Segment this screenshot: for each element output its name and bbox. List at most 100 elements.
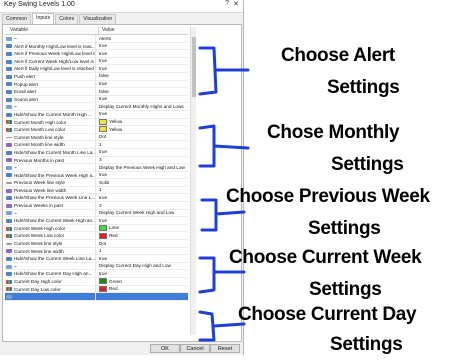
value-text: Dot — [99, 134, 107, 140]
table-row[interactable]: ~ Alerts — [5, 35, 188, 43]
table-row[interactable]: Alert if Previous Week High/Low level is… — [5, 50, 188, 58]
table-row[interactable] — [5, 293, 188, 301]
table-row[interactable]: Current Month line style Dot — [5, 133, 188, 142]
variable-value[interactable]: Dot — [96, 240, 106, 247]
variable-value[interactable]: Green — [96, 278, 122, 285]
table-row[interactable]: Popup alert true — [5, 80, 188, 89]
color-icon — [6, 127, 12, 132]
variable-value[interactable]: false — [96, 73, 109, 80]
variable-value[interactable]: 1 — [96, 187, 102, 194]
value-column-header[interactable]: Value — [99, 27, 114, 34]
variable-value[interactable]: true — [96, 172, 107, 179]
variable-value[interactable]: true — [96, 149, 107, 156]
variable-value[interactable]: Dot — [96, 134, 106, 141]
variable-name: Email alert — [14, 88, 96, 95]
table-row[interactable]: Email alert false — [5, 88, 188, 96]
table-row[interactable]: Previous Week line width 1 — [5, 186, 188, 195]
bool-icon — [6, 82, 12, 87]
variable-value[interactable]: Display the Previous Week High and Low — [96, 164, 185, 171]
table-row[interactable]: Current Week Low color Red — [5, 232, 188, 241]
table-row[interactable]: ~ Display Current Week High and Low — [5, 209, 188, 218]
table-row[interactable]: ~ Display the Previous Week High and Low — [5, 164, 188, 172]
variable-value[interactable]: true — [96, 81, 107, 88]
variable-value[interactable]: true — [96, 50, 107, 57]
table-row[interactable]: Current Week line width 1 — [5, 247, 188, 256]
variable-value[interactable]: Yellow — [96, 126, 122, 133]
variable-value[interactable]: Red — [96, 285, 118, 293]
variable-value[interactable]: true — [96, 96, 107, 103]
variable-value[interactable]: true — [96, 194, 107, 201]
variable-value[interactable]: Display Current Monthly Highs and Lows — [96, 103, 184, 110]
table-row[interactable]: Hide/Show the Current Week Line La... tru… — [5, 255, 188, 263]
table-row[interactable]: Current Week line style Dot — [5, 240, 188, 248]
table-row[interactable]: Current Day Low color Red — [5, 285, 188, 294]
table-row[interactable]: Current Month High color Yellow — [5, 118, 188, 127]
variable-value[interactable]: Lime — [96, 225, 119, 232]
variable-value[interactable]: true — [96, 111, 107, 118]
value-text: true — [99, 149, 108, 155]
variable-value[interactable]: Display Current Day High and Low — [96, 263, 171, 270]
annotation-line1: Choose Current Week — [229, 247, 422, 268]
table-row[interactable]: Hide/Show the Previous Week High a... tru… — [5, 171, 188, 180]
variable-name: Alert if Daily High/Low level is reached — [14, 65, 96, 72]
color-icon — [6, 287, 12, 292]
variable-value[interactable]: Red — [96, 232, 118, 239]
bool-icon — [6, 173, 12, 178]
variable-name: ~ — [14, 209, 96, 217]
table-row[interactable]: Previous Months in past 3 — [5, 156, 188, 165]
variable-name: Sound alert — [14, 95, 96, 103]
variable-value[interactable]: true — [96, 58, 107, 65]
table-row[interactable]: Current Month line width 1 — [5, 141, 188, 149]
table-row[interactable]: Current Day High color Green — [5, 278, 188, 286]
variable-value[interactable]: true — [96, 255, 107, 262]
variable-value[interactable]: true — [96, 43, 107, 50]
value-text: Display Current Week High and Low — [99, 210, 175, 216]
table-row[interactable]: Current Week High color Lime — [5, 224, 188, 233]
table-row[interactable]: Previous Week line style Solid — [5, 179, 188, 187]
variable-name: Current Month High color — [14, 118, 96, 126]
tab-colors[interactable]: Colors — [55, 14, 79, 24]
variable-value[interactable]: Display Current Week High and Low — [96, 210, 174, 217]
variable-value[interactable]: true — [96, 65, 107, 72]
value-text: Red — [109, 232, 118, 238]
variable-column-header[interactable]: Variable — [5, 27, 99, 34]
table-row[interactable]: ~ Display Current Day High and Low — [5, 262, 188, 271]
variable-value[interactable]: false — [96, 88, 109, 95]
annotation-line2: Settings — [308, 218, 381, 239]
value-text: true — [99, 81, 108, 87]
variable-value[interactable]: 1 — [96, 141, 102, 148]
variable-name: Alert if Previous Week High/Low level is… — [14, 50, 96, 57]
annotation-line1: Choose Current Day — [238, 304, 417, 325]
grid-rows: ~ Alerts Alert if Monthly High/Low level i… — [5, 35, 188, 301]
variable-value[interactable]: Solid — [96, 179, 109, 186]
table-row[interactable]: Sound alert true — [5, 95, 188, 104]
table-row[interactable]: ~ Display Current Monthly Highs and Lows — [5, 103, 188, 111]
variable-name — [14, 293, 96, 300]
table-row[interactable]: Alert if Monthly High/Low level is reac.… — [5, 42, 188, 51]
table-row[interactable]: Hide/Show the Previous Week Line L... tru… — [5, 194, 188, 203]
table-row[interactable]: Hide/Show the Current Day High an... true — [5, 270, 188, 278]
table-row[interactable]: Push alert false — [5, 72, 188, 81]
tab-visualization[interactable]: Visualization — [79, 14, 117, 24]
table-row[interactable]: Hide/Show the Current Month High ... true — [5, 110, 188, 119]
table-row[interactable]: Alert if Daily High/Low level is reached… — [5, 65, 188, 73]
value-text: true — [99, 50, 108, 56]
variable-value[interactable]: true — [96, 217, 107, 224]
variable-name: Previous Weeks in past — [14, 202, 96, 209]
variable-value[interactable]: 3 — [96, 157, 102, 164]
table-row[interactable]: Previous Weeks in past 3 — [5, 202, 188, 210]
value-text: true — [99, 111, 108, 117]
ok-button[interactable]: OK — [150, 344, 180, 353]
table-row[interactable]: Current Month Low color Yellow — [5, 126, 188, 134]
variable-value[interactable]: 1 — [96, 248, 102, 255]
variable-value[interactable]: true — [96, 270, 107, 277]
table-row[interactable]: Alert if Current Week High/Low level is … — [5, 57, 188, 66]
variable-value[interactable] — [96, 293, 99, 300]
alert-annotation: Choose Alert Settings — [281, 40, 400, 104]
table-row[interactable]: Hide/Show the Current Week High an... tru… — [5, 217, 188, 225]
variable-value[interactable]: Yellow — [96, 118, 122, 126]
variable-value[interactable]: 3 — [96, 202, 102, 209]
table-row[interactable]: Hide/Show the Current Month Line La... tr… — [5, 148, 188, 157]
variable-value[interactable]: Alerts — [96, 35, 111, 42]
tab-common[interactable]: Common — [2, 14, 32, 24]
